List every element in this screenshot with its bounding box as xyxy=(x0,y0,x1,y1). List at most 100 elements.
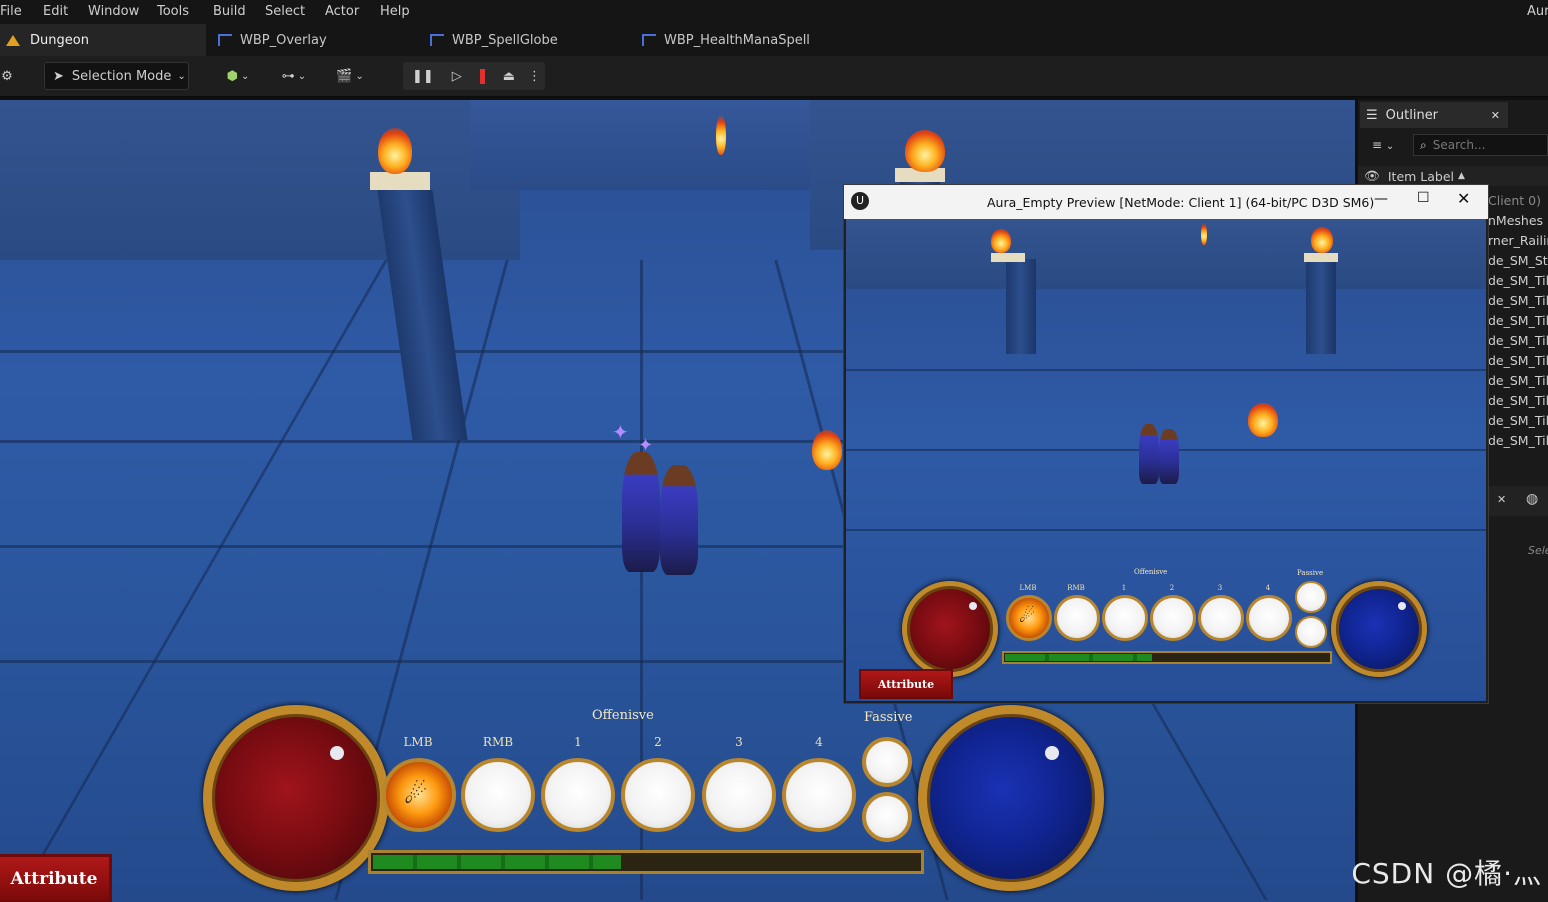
pillar xyxy=(1006,259,1036,354)
spell-slot-rmb[interactable] xyxy=(461,758,535,832)
outliner-row[interactable]: rner_Railin xyxy=(1488,233,1548,248)
preview-title-bar[interactable]: U Aura_Empty Preview [NetMode: Client 1]… xyxy=(844,185,1488,219)
outliner-column-header[interactable]: 👁 Item Label ▲ xyxy=(1358,166,1548,186)
maximize-icon[interactable]: ☐ xyxy=(1417,190,1430,206)
outliner-row[interactable]: de_SM_Til xyxy=(1488,413,1548,428)
chevron-down-icon: ⌄ xyxy=(177,70,186,82)
torch-flame xyxy=(378,128,412,174)
outliner-row[interactable]: de_SM_Til xyxy=(1488,373,1548,388)
menu-build[interactable]: Build xyxy=(213,4,246,19)
add-actor-button[interactable]: ⬢ ⌄ xyxy=(218,62,258,90)
offensive-label: Offenisve xyxy=(592,708,654,723)
spell-slot-1[interactable] xyxy=(541,758,615,832)
eject-icon[interactable]: ⏏ xyxy=(503,69,515,84)
menu-edit[interactable]: Edit xyxy=(43,4,68,19)
outliner-search-input[interactable]: ⌕ Search... xyxy=(1413,134,1548,156)
xp-bar xyxy=(1002,651,1332,664)
play-controls: ❚❚ ▷ ⏏ ⋮ xyxy=(403,62,545,90)
spell-slot-3[interactable] xyxy=(702,758,776,832)
fireball-icon: ☄ xyxy=(404,780,428,810)
search-placeholder: Search... xyxy=(1432,138,1486,152)
passive-label: Passive xyxy=(1297,569,1324,577)
outliner-row[interactable]: de_SM_Til xyxy=(1488,433,1548,448)
cinematics-button[interactable]: 🎬 ⌄ xyxy=(330,62,370,90)
outliner-row[interactable]: de_SM_Til xyxy=(1488,353,1548,368)
outliner-row[interactable]: de_SM_Til xyxy=(1488,313,1548,328)
item-label-header: Item Label xyxy=(1387,168,1455,184)
menu-file[interactable]: File xyxy=(0,4,22,19)
menu-select[interactable]: Select xyxy=(265,4,305,19)
outliner-row[interactable]: de_SM_Til xyxy=(1488,333,1548,348)
outliner-row[interactable]: Client 0) xyxy=(1488,193,1541,208)
torch-flame xyxy=(716,115,726,155)
close-icon[interactable]: ✕ xyxy=(1457,189,1470,208)
globe-shine xyxy=(1398,602,1406,610)
spell-slot-2[interactable] xyxy=(621,758,695,832)
passive-label: Fassive xyxy=(864,710,913,725)
tab-wbp-healthmanaspell[interactable]: WBP_HealthManaSpell xyxy=(642,24,862,56)
attribute-button[interactable]: Attribute xyxy=(0,854,112,902)
settings-icon[interactable]: ⚙ xyxy=(0,62,14,90)
outliner-row[interactable]: de_SM_Til xyxy=(1488,393,1548,408)
spell-slot-2[interactable] xyxy=(1150,595,1196,641)
close-icon[interactable]: ✕ xyxy=(1491,109,1500,122)
spell-slot-lmb[interactable]: ☄ xyxy=(382,758,456,832)
slot-label: 2 xyxy=(654,735,662,749)
more-options-icon[interactable]: ⋮ xyxy=(528,69,541,84)
preview-title: Aura_Empty Preview [NetMode: Client 1] (… xyxy=(987,195,1375,210)
spell-slot-rmb[interactable] xyxy=(1054,595,1100,641)
spell-slot-4[interactable] xyxy=(782,758,856,832)
globe-shine xyxy=(969,602,977,610)
outliner-row[interactable]: de_SM_Til xyxy=(1488,273,1548,288)
outliner-row[interactable]: nMeshes xyxy=(1488,213,1543,228)
fire-trap xyxy=(812,430,842,470)
preview-viewport[interactable]: Offenisve Passive LMB RMB 1 2 3 4 ☄ Attr… xyxy=(846,219,1486,701)
dungeon-wall xyxy=(470,100,810,190)
offensive-label: Offenisve xyxy=(1134,568,1168,576)
menu-window[interactable]: Window xyxy=(88,4,139,19)
blueprint-nodes-icon: ⊶ xyxy=(281,68,295,84)
spell-slot-1[interactable] xyxy=(1102,595,1148,641)
attribute-button[interactable]: Attribute xyxy=(859,669,953,699)
passive-slot-2[interactable] xyxy=(1295,616,1327,648)
torch-flame xyxy=(1201,223,1207,245)
menu-help[interactable]: Help xyxy=(380,4,410,19)
menu-tools[interactable]: Tools xyxy=(157,4,189,19)
step-icon[interactable]: ▷ xyxy=(452,69,462,84)
tab-wbp-spellglobe[interactable]: WBP_SpellGlobe xyxy=(430,24,630,56)
details-empty-text: Sele xyxy=(1528,544,1548,557)
torch-flame xyxy=(1311,227,1333,253)
filter-button[interactable]: ≡ ⌄ xyxy=(1372,138,1406,156)
outliner-row[interactable]: de_SM_Til xyxy=(1488,293,1548,308)
outliner-tab[interactable]: ☰ Outliner ✕ xyxy=(1360,102,1508,128)
tab-wbp-overlay[interactable]: WBP_Overlay xyxy=(218,24,418,56)
brazier xyxy=(370,172,430,190)
widget-blueprint-icon xyxy=(642,34,656,46)
pause-icon[interactable]: ❚❚ xyxy=(412,69,434,84)
slot-label: LMB xyxy=(403,735,433,749)
blueprints-button[interactable]: ⊶ ⌄ xyxy=(274,62,314,90)
globe-shine xyxy=(1045,746,1059,760)
tab-dungeon[interactable]: Dungeon xyxy=(0,24,206,56)
spell-slot-lmb[interactable]: ☄ xyxy=(1006,595,1052,641)
level-toolbar: ⚙ ➤ Selection Mode ⌄ ⬢ ⌄ ⊶ ⌄ 🎬 ⌄ ❚❚ ▷ ⏏ ⋮ xyxy=(0,56,1548,97)
world-icon[interactable]: ◍ xyxy=(1526,491,1538,507)
globe-shine xyxy=(330,746,344,760)
spell-slot-3[interactable] xyxy=(1198,595,1244,641)
selection-mode-dropdown[interactable]: ➤ Selection Mode ⌄ xyxy=(44,62,189,90)
eye-icon: 👁 xyxy=(1364,168,1380,183)
stop-icon[interactable] xyxy=(479,68,485,84)
project-name: Aur xyxy=(1527,4,1548,19)
outliner-row[interactable]: de_SM_Sta xyxy=(1488,253,1548,268)
staff-icon: ✦ xyxy=(638,435,654,456)
passive-slot-1[interactable] xyxy=(1295,581,1327,613)
slot-label: 4 xyxy=(1265,584,1271,592)
spell-slot-4[interactable] xyxy=(1246,595,1292,641)
close-icon[interactable]: ✕ xyxy=(1497,493,1506,506)
fire-trap xyxy=(1248,403,1278,437)
passive-slot-2[interactable] xyxy=(862,792,912,842)
menu-actor[interactable]: Actor xyxy=(325,4,359,19)
minimize-icon[interactable]: — xyxy=(1374,191,1388,207)
passive-slot-1[interactable] xyxy=(862,737,912,787)
pie-preview-window[interactable]: U Aura_Empty Preview [NetMode: Client 1]… xyxy=(843,184,1489,704)
